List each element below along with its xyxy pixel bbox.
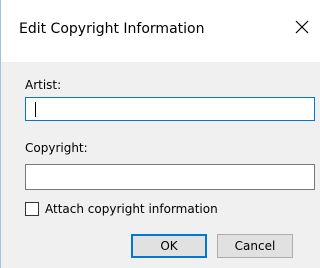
close-icon bbox=[295, 20, 309, 34]
attach-copyright-label[interactable]: Attach copyright information bbox=[45, 202, 218, 216]
ok-button[interactable]: OK bbox=[131, 234, 207, 258]
artist-field[interactable] bbox=[25, 97, 315, 121]
close-button[interactable] bbox=[289, 14, 315, 40]
attach-copyright-checkbox[interactable] bbox=[25, 202, 39, 216]
cancel-button[interactable]: Cancel bbox=[217, 234, 293, 258]
artist-label: Artist: bbox=[25, 78, 62, 92]
text-caret bbox=[35, 102, 36, 117]
copyright-field[interactable] bbox=[25, 164, 315, 190]
dialog-title: Edit Copyright Information bbox=[19, 21, 205, 37]
edit-copyright-dialog: Edit Copyright Information Artist: Copyr… bbox=[0, 0, 320, 268]
title-bar: Edit Copyright Information bbox=[1, 0, 320, 62]
copyright-label: Copyright: bbox=[25, 141, 88, 155]
